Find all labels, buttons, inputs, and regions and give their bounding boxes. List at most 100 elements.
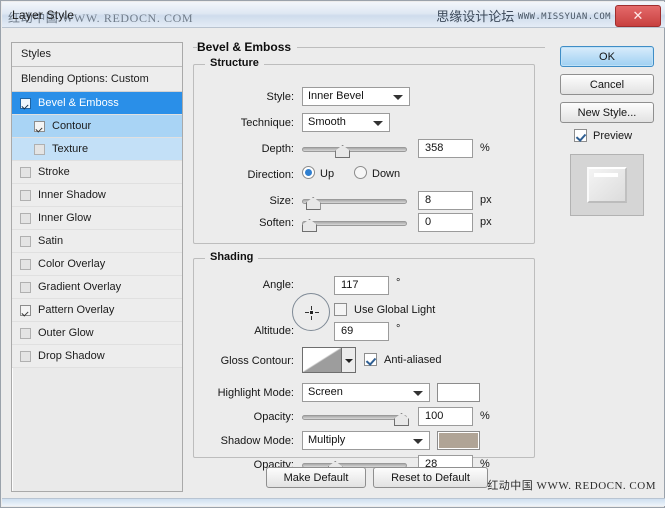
- highlight-opacity-label: Opacity:: [253, 411, 294, 423]
- direction-down-label: Down: [372, 168, 401, 180]
- style-item-checkbox[interactable]: [20, 327, 31, 339]
- watermark-right-cn: 思缘设计论坛: [436, 9, 515, 24]
- style-item-label: Inner Glow: [38, 212, 92, 224]
- reset-to-default-button[interactable]: Reset to Default: [373, 467, 488, 488]
- gloss-contour-label: Gloss Contour:: [220, 355, 294, 367]
- direction-down-radio[interactable]: [354, 166, 367, 179]
- styles-header: Styles: [12, 43, 182, 67]
- watermark-right-en: WWW.MISSYUAN.COM: [517, 12, 611, 22]
- technique-select-value: Smooth: [308, 116, 346, 128]
- preview-checkbox[interactable]: [574, 129, 587, 142]
- ok-button[interactable]: OK: [560, 46, 654, 67]
- watermark-right: 思缘设计论坛 WWW.MISSYUAN.COM: [436, 6, 611, 25]
- direction-up-radio[interactable]: [302, 166, 315, 179]
- shadow-mode-value: Multiply: [308, 434, 346, 446]
- altitude-unit: °: [396, 323, 401, 335]
- blending-options-row[interactable]: Blending Options: Custom: [12, 67, 182, 92]
- status-bar: [2, 498, 665, 506]
- style-item-label: Texture: [52, 143, 89, 155]
- style-item-checkbox[interactable]: [20, 166, 31, 178]
- preview-label: Preview: [593, 130, 633, 142]
- chevron-down-icon: [393, 95, 403, 100]
- direction-up-label: Up: [320, 168, 335, 180]
- style-list-item[interactable]: Color Overlay: [12, 253, 182, 276]
- style-item-checkbox[interactable]: [20, 189, 31, 201]
- style-list-item[interactable]: Texture: [12, 138, 182, 161]
- style-item-label: Stroke: [38, 166, 70, 178]
- shading-title: Shading: [205, 251, 259, 263]
- soften-slider[interactable]: [302, 215, 407, 232]
- gloss-contour-preview[interactable]: [302, 347, 342, 373]
- shadow-mode-select[interactable]: Multiply: [302, 431, 430, 450]
- style-item-checkbox[interactable]: [20, 350, 31, 362]
- highlight-mode-select[interactable]: Screen: [302, 383, 430, 402]
- highlight-color-swatch[interactable]: [437, 383, 480, 402]
- style-list-item[interactable]: Pattern Overlay: [12, 299, 182, 322]
- technique-select[interactable]: Smooth: [302, 113, 390, 132]
- layer-style-dialog: 红动中国 WWW. REDOCN. COM Layer Style 思缘设计论坛…: [0, 0, 665, 508]
- altitude-input[interactable]: 69: [334, 322, 389, 341]
- style-item-label: Satin: [38, 235, 64, 247]
- use-global-light-checkbox[interactable]: [334, 303, 347, 316]
- style-list-item[interactable]: Gradient Overlay: [12, 276, 182, 299]
- style-list-item[interactable]: Inner Glow: [12, 207, 182, 230]
- title-bar[interactable]: 红动中国 WWW. REDOCN. COM Layer Style 思缘设计论坛…: [2, 2, 665, 28]
- cancel-button[interactable]: Cancel: [560, 74, 654, 95]
- depth-input[interactable]: 358: [418, 139, 473, 158]
- highlight-opacity-input[interactable]: 100: [418, 407, 473, 426]
- chevron-down-icon: [413, 439, 423, 444]
- anti-aliased-checkbox[interactable]: [364, 353, 377, 366]
- angle-unit: °: [396, 277, 401, 289]
- style-list-item[interactable]: Stroke: [12, 161, 182, 184]
- highlight-mode-value: Screen: [308, 386, 343, 398]
- highlight-mode-label: Highlight Mode:: [217, 387, 294, 399]
- make-default-button[interactable]: Make Default: [266, 467, 366, 488]
- style-list-item[interactable]: Drop Shadow: [12, 345, 182, 368]
- style-item-label: Color Overlay: [38, 258, 106, 270]
- anti-aliased-label: Anti-aliased: [384, 354, 442, 366]
- style-item-checkbox[interactable]: [20, 212, 31, 224]
- style-item-checkbox[interactable]: [20, 281, 31, 293]
- shadow-mode-label: Shadow Mode:: [220, 435, 294, 447]
- size-label: Size:: [269, 195, 294, 207]
- close-button[interactable]: ✕: [615, 5, 661, 27]
- highlight-opacity-slider[interactable]: [302, 409, 409, 426]
- size-input[interactable]: 8: [418, 191, 473, 210]
- style-list: Bevel & Emboss Contour Texture Stroke Inner …: [12, 92, 182, 368]
- chevron-down-icon: [413, 391, 423, 396]
- direction-label: Direction:: [247, 169, 294, 181]
- preview-shape: [587, 167, 627, 203]
- style-list-item[interactable]: Inner Shadow: [12, 184, 182, 207]
- preview-thumbnail: [570, 154, 644, 216]
- style-item-label: Outer Glow: [38, 327, 94, 339]
- style-item-checkbox[interactable]: [34, 120, 45, 132]
- style-select[interactable]: Inner Bevel: [302, 87, 410, 106]
- size-slider[interactable]: [302, 193, 407, 210]
- style-list-item[interactable]: Satin: [12, 230, 182, 253]
- shadow-color-swatch[interactable]: [437, 431, 480, 450]
- new-style-button[interactable]: New Style...: [560, 102, 654, 123]
- style-list-item[interactable]: Bevel & Emboss: [12, 92, 182, 115]
- close-icon: ✕: [632, 8, 644, 23]
- style-item-label: Pattern Overlay: [38, 304, 115, 316]
- technique-label: Technique:: [240, 117, 294, 129]
- style-item-checkbox[interactable]: [20, 97, 31, 109]
- page-title: Layer Style: [12, 8, 75, 22]
- depth-slider[interactable]: [302, 141, 407, 158]
- style-list-item[interactable]: Outer Glow: [12, 322, 182, 345]
- angle-input[interactable]: 117: [334, 276, 389, 295]
- structure-group: Structure Style: Inner Bevel Technique: …: [193, 57, 535, 244]
- style-label: Style:: [266, 91, 294, 103]
- depth-unit: %: [480, 142, 490, 154]
- style-item-checkbox[interactable]: [20, 235, 31, 247]
- panel-title: Bevel & Emboss: [197, 40, 298, 54]
- style-select-value: Inner Bevel: [308, 90, 364, 102]
- gloss-contour-dropdown[interactable]: [342, 347, 356, 373]
- style-list-item[interactable]: Contour: [12, 115, 182, 138]
- style-item-checkbox[interactable]: [20, 304, 31, 316]
- angle-dial[interactable]: [292, 293, 330, 331]
- style-item-checkbox[interactable]: [34, 143, 45, 155]
- soften-input[interactable]: 0: [418, 213, 473, 232]
- angle-dial-hub: [310, 311, 313, 314]
- style-item-checkbox[interactable]: [20, 258, 31, 270]
